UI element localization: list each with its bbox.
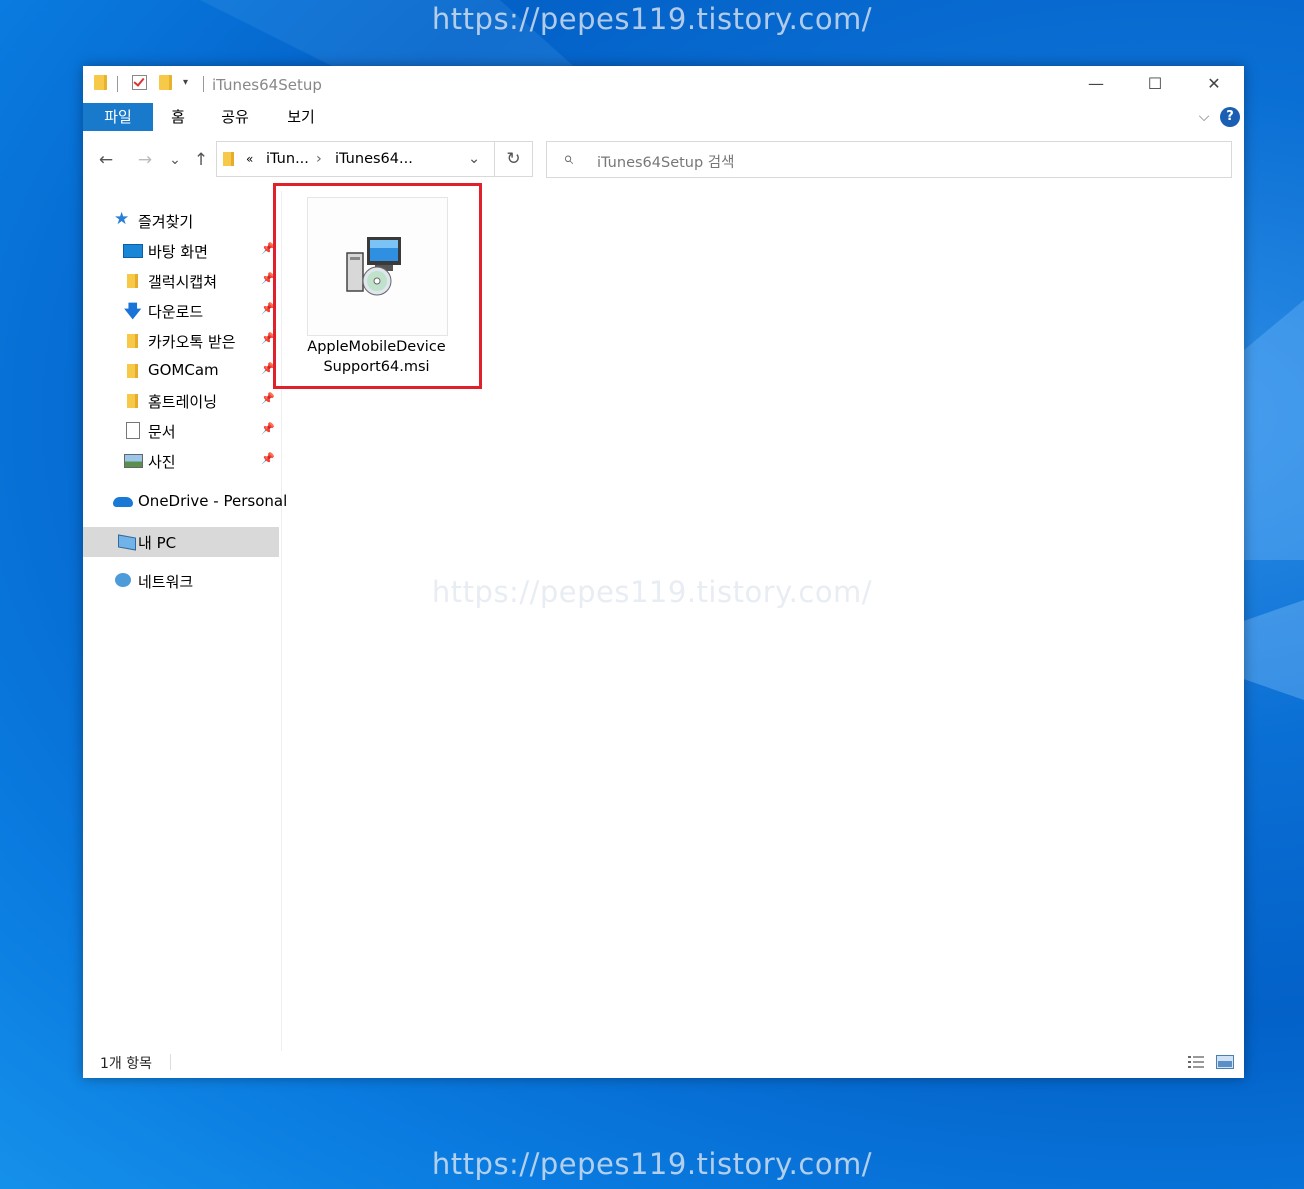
- sidebar-item-label: 문서: [148, 423, 176, 441]
- sidebar-item-kakaotalk[interactable]: 카카오톡 받은 📌: [83, 327, 279, 355]
- sidebar-item-label: 사진: [148, 453, 176, 471]
- back-button[interactable]: ←: [94, 147, 118, 173]
- picture-icon: [124, 454, 143, 468]
- window-title: iTunes64Setup: [212, 76, 322, 94]
- sidebar-item-label: 갤럭시캡쳐: [148, 273, 218, 291]
- folder-icon: [127, 334, 138, 348]
- sidebar-item-label: 다운로드: [148, 303, 204, 321]
- sidebar-item-label: 즐겨찾기: [138, 213, 194, 231]
- breadcrumb-item[interactable]: iTun...: [266, 151, 309, 167]
- sidebar-item-label: 홈트레이닝: [148, 393, 218, 411]
- highlight-box: [273, 183, 482, 389]
- folder-icon: [94, 75, 107, 90]
- tab-view[interactable]: 보기: [279, 103, 323, 131]
- sidebar-item-gomcam[interactable]: GOMCam 📌: [83, 357, 279, 385]
- search-box[interactable]: ⌕ iTunes64Setup 검색: [546, 141, 1232, 178]
- watermark-middle: https://pepes119.tistory.com/: [431, 575, 873, 609]
- sidebar-item-downloads[interactable]: 🡇 다운로드 📌: [83, 297, 279, 325]
- folder-icon: [127, 394, 138, 408]
- sidebar-item-home-training[interactable]: 홈트레이닝 📌: [83, 387, 279, 415]
- properties-check-icon[interactable]: [132, 75, 147, 90]
- file-explorer-window: ▾ iTunes64Setup — ☐ ✕ 파일 홈 공유 보기 ⌵ ? ← →…: [83, 66, 1244, 1078]
- navigation-pane: ★ 즐겨찾기 바탕 화면 📌 갤럭시캡쳐 📌 🡇 다운로드 📌 카카오톡 받은 …: [83, 191, 287, 1051]
- document-icon: [126, 422, 140, 439]
- folder-icon: [127, 274, 138, 288]
- folder-icon: [127, 364, 138, 378]
- help-icon[interactable]: ?: [1220, 107, 1240, 127]
- tab-share[interactable]: 공유: [213, 103, 257, 131]
- star-icon: ★: [114, 209, 130, 229]
- ribbon-tabs: 파일 홈 공유 보기 ⌵ ?: [83, 103, 1244, 131]
- desktop-icon: [123, 244, 143, 258]
- maximize-button[interactable]: ☐: [1126, 66, 1184, 102]
- chevron-down-icon[interactable]: ⌵: [1193, 103, 1215, 131]
- breadcrumb-separator[interactable]: ›: [316, 151, 322, 167]
- sidebar-item-label: 내 PC: [138, 534, 177, 552]
- download-icon: 🡇: [124, 302, 142, 322]
- new-folder-icon[interactable]: [159, 75, 172, 90]
- tab-home[interactable]: 홈: [163, 103, 193, 131]
- recent-locations-button[interactable]: ⌄: [163, 147, 187, 173]
- pin-icon: 📌: [261, 452, 275, 465]
- sidebar-item-quick-access[interactable]: ★ 즐겨찾기: [83, 207, 279, 235]
- sidebar-item-desktop[interactable]: 바탕 화면 📌: [83, 237, 279, 265]
- pin-icon: 📌: [261, 392, 275, 405]
- tab-file[interactable]: 파일: [83, 103, 153, 131]
- sidebar-item-onedrive[interactable]: OneDrive - Personal: [83, 488, 287, 516]
- sidebar-item-label: 바탕 화면: [148, 243, 208, 261]
- details-view-icon[interactable]: [1187, 1055, 1205, 1069]
- search-icon: ⌕: [563, 148, 574, 169]
- breadcrumb-item[interactable]: iTunes64...: [335, 151, 413, 167]
- search-input[interactable]: iTunes64Setup 검색: [597, 151, 734, 172]
- close-button[interactable]: ✕: [1185, 66, 1243, 102]
- breadcrumb-overflow[interactable]: «: [246, 152, 253, 166]
- customize-quick-access-icon[interactable]: ▾: [183, 77, 188, 88]
- up-button[interactable]: ↑: [189, 147, 213, 173]
- sidebar-item-pictures[interactable]: 사진 📌: [83, 447, 279, 475]
- cloud-icon: [113, 497, 133, 507]
- large-icons-view-icon[interactable]: [1216, 1055, 1234, 1069]
- title-bar: ▾ iTunes64Setup — ☐ ✕: [83, 66, 1244, 102]
- sidebar-item-label: 카카오톡 받은: [148, 333, 236, 351]
- refresh-button[interactable]: ↻: [494, 141, 533, 177]
- forward-button[interactable]: →: [133, 147, 157, 173]
- status-item-count: 1개 항목: [100, 1056, 152, 1072]
- sidebar-item-documents[interactable]: 문서 📌: [83, 417, 279, 445]
- watermark-top: https://pepes119.tistory.com/: [431, 2, 873, 36]
- address-bar[interactable]: « iTun... › iTunes64... ⌄: [216, 141, 533, 177]
- computer-icon: [118, 534, 136, 551]
- watermark-bottom: https://pepes119.tistory.com/: [431, 1147, 873, 1181]
- pin-icon: 📌: [261, 422, 275, 435]
- folder-icon: [223, 152, 234, 166]
- sidebar-item-galaxy-capture[interactable]: 갤럭시캡쳐 📌: [83, 267, 279, 295]
- sidebar-item-label: OneDrive - Personal: [138, 492, 288, 510]
- minimize-button[interactable]: —: [1067, 66, 1125, 102]
- sidebar-item-label: GOMCam: [148, 361, 219, 379]
- address-dropdown-icon[interactable]: ⌄: [468, 151, 480, 167]
- sidebar-item-this-pc[interactable]: 내 PC: [83, 527, 279, 557]
